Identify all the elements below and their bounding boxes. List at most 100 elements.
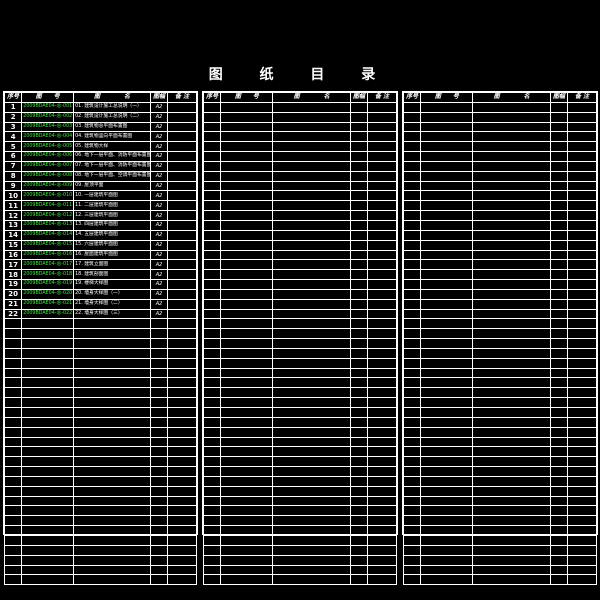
cell-size	[349, 229, 369, 241]
cell-remark	[367, 318, 397, 330]
table-row	[402, 397, 597, 408]
cell-name	[272, 416, 351, 428]
cell-code: 2009BDAE04-总-005	[21, 141, 75, 153]
cell-name	[73, 505, 151, 517]
cell-code	[220, 525, 274, 536]
cell-code	[21, 456, 75, 468]
cell-name	[272, 485, 351, 497]
table-row	[402, 347, 597, 359]
cell-size	[149, 544, 169, 556]
table-row	[3, 357, 197, 369]
table-row	[3, 534, 197, 546]
cell-size: A2	[149, 239, 169, 251]
cell-code	[220, 387, 274, 399]
table-row	[3, 318, 197, 330]
cell-name	[272, 200, 351, 212]
cell-code	[21, 515, 75, 527]
table-row	[202, 121, 397, 133]
column-header-no: 序号	[402, 92, 422, 103]
table-row: 8 2009BDAE04-总-008 08. 地下一层平面、空调平面布置图 A2	[3, 170, 197, 182]
cell-no	[3, 347, 23, 359]
cell-no	[3, 574, 23, 586]
cell-code	[220, 279, 274, 290]
cell-size	[549, 564, 569, 576]
cell-name	[472, 160, 551, 172]
cell-no: 16	[3, 249, 23, 261]
cell-remark	[567, 475, 597, 487]
column-header-no: 序号	[3, 92, 23, 103]
cell-name	[472, 416, 551, 428]
cell-name: 09. 屋顶平面	[73, 180, 151, 192]
cell-size: A2	[149, 141, 169, 153]
cell-no	[3, 446, 23, 458]
cell-remark	[367, 298, 397, 310]
table-row	[3, 328, 197, 340]
table-row	[402, 279, 597, 290]
cell-remark	[367, 269, 397, 281]
cell-remark	[367, 180, 397, 192]
cell-name	[272, 377, 351, 389]
cell-no	[202, 308, 222, 320]
cell-name	[272, 347, 351, 359]
table-row	[402, 515, 597, 527]
cell-remark	[567, 111, 597, 123]
cell-code	[420, 407, 474, 418]
cell-size	[349, 495, 369, 507]
cell-size	[349, 466, 369, 477]
cell-code	[220, 101, 274, 113]
table-row	[402, 544, 597, 556]
table-row: 16 2009BDAE04-总-016 16. 屋面建筑平面图 A2	[3, 249, 197, 261]
cell-name	[472, 229, 551, 241]
cell-no	[402, 249, 422, 261]
cell-remark	[367, 525, 397, 536]
cell-name	[272, 239, 351, 251]
cell-size	[349, 397, 369, 408]
cell-remark	[567, 574, 597, 586]
cell-no	[402, 416, 422, 428]
cell-name	[73, 436, 151, 448]
cell-name	[472, 357, 551, 369]
table-row	[202, 101, 397, 113]
cell-no: 5	[3, 141, 23, 153]
cell-no	[3, 564, 23, 576]
table-row	[202, 338, 397, 349]
cell-size: A2	[149, 259, 169, 271]
table-row: 15 2009BDAE04-总-015 15. 六层建筑平面图 A2	[3, 239, 197, 251]
cell-code	[220, 111, 274, 123]
cell-remark	[567, 347, 597, 359]
table-row	[202, 298, 397, 310]
cell-remark	[367, 505, 397, 517]
table-row	[202, 180, 397, 192]
cell-no	[402, 219, 422, 231]
cell-no	[402, 200, 422, 212]
cell-name	[272, 505, 351, 517]
table-row	[3, 505, 197, 517]
cell-size	[549, 426, 569, 438]
cell-no	[202, 200, 222, 212]
cell-size	[149, 534, 169, 546]
cell-remark	[567, 446, 597, 458]
cell-size	[149, 564, 169, 576]
cell-code	[420, 141, 474, 153]
cell-size	[349, 377, 369, 389]
cell-code	[21, 446, 75, 458]
table-row	[402, 200, 597, 212]
cell-remark	[367, 407, 397, 418]
table-row	[202, 416, 397, 428]
cell-no	[202, 190, 222, 202]
cell-name	[272, 338, 351, 349]
drawing-list-panel-2: 序号图 号图 名图幅备 注	[202, 91, 398, 586]
cell-remark	[167, 387, 197, 399]
cell-code	[220, 141, 274, 153]
cell-code	[420, 564, 474, 576]
cell-remark	[167, 377, 197, 389]
cell-no	[202, 426, 222, 438]
cell-remark	[367, 141, 397, 153]
cell-name: 08. 地下一层平面、空调平面布置图	[73, 170, 151, 182]
cell-name	[73, 318, 151, 330]
cell-no	[3, 318, 23, 330]
cell-remark	[367, 239, 397, 251]
table-row	[402, 298, 597, 310]
cell-code	[21, 485, 75, 497]
table-row	[3, 515, 197, 527]
